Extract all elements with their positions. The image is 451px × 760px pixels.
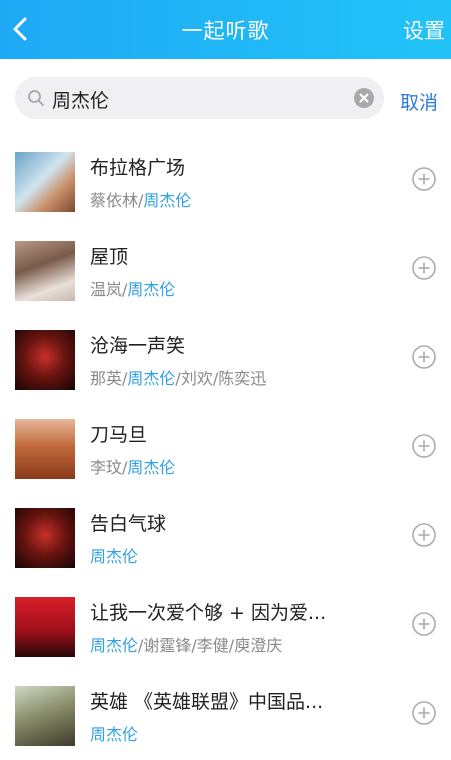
search-row: 周杰伦 取消 — [0, 59, 451, 137]
add-icon[interactable] — [412, 256, 436, 280]
song-artists: 温岚/周杰伦 — [90, 280, 176, 299]
album-cover — [15, 330, 75, 390]
list-item[interactable]: 沧海一声笑 那英/周杰伦/刘欢/陈奕迅 — [0, 315, 451, 404]
search-icon — [28, 90, 44, 106]
album-cover — [15, 686, 75, 746]
page-title: 一起听歌 — [181, 19, 270, 43]
song-artists: 周杰伦 — [90, 547, 139, 566]
list-item[interactable]: 布拉格广场 蔡依林/周杰伦 — [0, 137, 451, 226]
album-cover — [15, 508, 75, 568]
add-icon[interactable] — [412, 612, 436, 636]
add-icon[interactable] — [412, 701, 436, 725]
settings-button[interactable]: 设置 — [403, 15, 445, 45]
song-title: 刀马旦 — [90, 424, 148, 446]
list-item[interactable]: 英雄 《英雄联盟》中国品... 周杰伦 — [0, 671, 451, 760]
search-input[interactable]: 周杰伦 — [15, 77, 384, 119]
album-cover — [15, 419, 75, 479]
song-title: 告白气球 — [90, 513, 167, 535]
search-query[interactable]: 周杰伦 — [52, 86, 109, 113]
clear-icon[interactable] — [354, 88, 374, 108]
album-cover — [15, 597, 75, 657]
cancel-button[interactable]: 取消 — [400, 88, 438, 115]
list-item[interactable]: 告白气球 周杰伦 — [0, 493, 451, 582]
album-cover — [15, 152, 75, 212]
song-title: 屋顶 — [90, 246, 129, 268]
add-icon[interactable] — [412, 523, 436, 547]
song-title: 沧海一声笑 — [90, 335, 186, 357]
song-results-list: 布拉格广场 蔡依林/周杰伦 屋顶 温岚/周杰伦 沧海一声笑 那英/周杰伦/刘欢/… — [0, 137, 451, 760]
top-navigation-bar: 一起听歌 设置 — [0, 0, 451, 59]
list-item[interactable]: 让我一次爱个够 + 因为爱... 周杰伦/谢霆锋/李健/庾澄庆 — [0, 582, 451, 671]
song-artists: 蔡依林/周杰伦 — [90, 191, 192, 210]
song-title: 布拉格广场 — [90, 157, 186, 179]
list-item[interactable]: 刀马旦 李玟/周杰伦 — [0, 404, 451, 493]
song-artists: 那英/周杰伦/刘欢/陈奕迅 — [90, 369, 267, 388]
song-title: 英雄 《英雄联盟》中国品... — [90, 691, 324, 713]
add-icon[interactable] — [412, 434, 436, 458]
add-icon[interactable] — [412, 167, 436, 191]
list-item[interactable]: 屋顶 温岚/周杰伦 — [0, 226, 451, 315]
add-icon[interactable] — [412, 345, 436, 369]
song-artists: 周杰伦/谢霆锋/李健/庾澄庆 — [90, 636, 283, 655]
song-artists: 李玟/周杰伦 — [90, 458, 176, 477]
song-title: 让我一次爱个够 + 因为爱... — [90, 602, 327, 624]
album-cover — [15, 241, 75, 301]
song-artists: 周杰伦 — [90, 725, 139, 744]
